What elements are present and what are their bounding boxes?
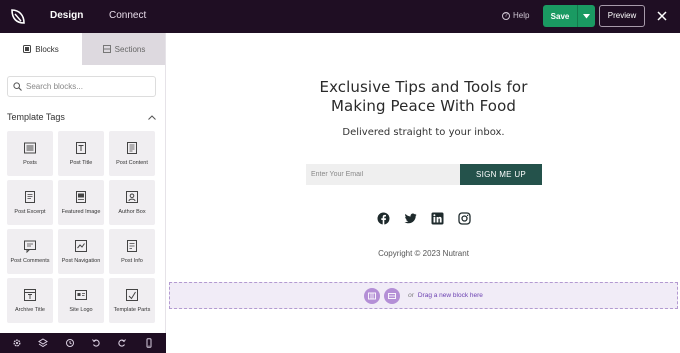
tab-sections-label: Sections bbox=[114, 44, 146, 54]
block-posts[interactable]: Posts bbox=[7, 131, 53, 176]
section-icon bbox=[388, 292, 397, 299]
block-label: Post Info bbox=[121, 258, 143, 264]
top-bar: Design Connect ? Help Save Preview bbox=[0, 0, 680, 33]
site-logo-icon bbox=[75, 290, 87, 300]
save-button[interactable]: Save bbox=[543, 5, 595, 27]
help-link[interactable]: ? Help bbox=[502, 11, 529, 20]
block-site-logo[interactable]: Site Logo bbox=[58, 278, 104, 323]
history-icon[interactable] bbox=[65, 338, 75, 348]
help-label: Help bbox=[513, 11, 530, 20]
tab-sections[interactable]: Sections bbox=[82, 33, 165, 65]
post-title-icon bbox=[76, 142, 86, 154]
page-canvas: Exclusive Tips and Tools for Making Peac… bbox=[167, 33, 680, 353]
block-label: Post Comments bbox=[10, 258, 50, 264]
seedprod-logo-icon[interactable] bbox=[8, 7, 28, 27]
block-label: Template Parts bbox=[113, 307, 151, 313]
block-label: Post Content bbox=[116, 160, 148, 166]
post-info-icon bbox=[127, 240, 137, 252]
settings-gear-icon[interactable] bbox=[12, 338, 22, 348]
featured-image-icon bbox=[76, 191, 86, 203]
copyright-text[interactable]: Copyright © 2023 Nutrant bbox=[167, 249, 680, 258]
block-template-parts[interactable]: Template Parts bbox=[109, 278, 155, 323]
group-title: Template Tags bbox=[7, 112, 65, 122]
sidebar: Blocks Sections Template Tags Posts Post… bbox=[0, 33, 166, 333]
sign-up-button[interactable]: SIGN ME UP bbox=[460, 164, 542, 185]
template-parts-icon bbox=[126, 289, 138, 301]
save-label: Save bbox=[550, 11, 570, 21]
search-icon bbox=[13, 82, 22, 91]
facebook-icon[interactable] bbox=[377, 212, 390, 225]
block-post-comments[interactable]: Post Comments bbox=[7, 229, 53, 274]
bottom-toolbar bbox=[0, 333, 166, 353]
twitter-icon[interactable] bbox=[404, 212, 417, 225]
tab-blocks[interactable]: Blocks bbox=[0, 33, 82, 65]
sections-icon bbox=[102, 45, 111, 53]
social-icons bbox=[377, 212, 471, 225]
post-content-icon bbox=[127, 142, 137, 154]
block-search[interactable] bbox=[7, 76, 156, 97]
help-icon: ? bbox=[502, 11, 510, 20]
block-post-navigation[interactable]: Post Navigation bbox=[58, 229, 104, 274]
post-comments-icon bbox=[24, 240, 36, 253]
add-section-button[interactable] bbox=[384, 287, 401, 304]
block-label: Featured Image bbox=[61, 209, 101, 215]
chevron-up-icon bbox=[148, 114, 156, 120]
block-post-content[interactable]: Post Content bbox=[109, 131, 155, 176]
block-post-info[interactable]: Post Info bbox=[109, 229, 155, 274]
block-grid: Posts Post Title Post Content Post Excer… bbox=[7, 131, 157, 323]
post-navigation-icon bbox=[75, 240, 87, 252]
block-label: Author Box bbox=[118, 209, 146, 215]
archive-title-icon bbox=[24, 289, 36, 301]
blocks-icon bbox=[23, 45, 32, 53]
post-excerpt-icon bbox=[25, 191, 35, 203]
drop-zone-or: or bbox=[408, 292, 414, 299]
block-author-box[interactable]: Author Box bbox=[109, 180, 155, 225]
columns-icon bbox=[368, 292, 377, 299]
block-archive-title[interactable]: Archive Title bbox=[7, 278, 53, 323]
tab-blocks-label: Blocks bbox=[35, 44, 59, 54]
email-field[interactable] bbox=[306, 164, 460, 185]
block-label: Site Logo bbox=[69, 307, 93, 313]
save-options-dropdown[interactable] bbox=[578, 13, 595, 19]
caret-down-icon bbox=[583, 13, 590, 18]
close-icon[interactable] bbox=[655, 9, 669, 23]
tab-connect[interactable]: Connect bbox=[109, 10, 146, 21]
block-post-excerpt[interactable]: Post Excerpt bbox=[7, 180, 53, 225]
layers-icon[interactable] bbox=[38, 338, 49, 348]
search-input[interactable] bbox=[26, 82, 146, 91]
linkedin-icon[interactable] bbox=[431, 212, 444, 225]
add-columns-button[interactable] bbox=[364, 287, 381, 304]
block-label: Posts bbox=[23, 160, 37, 166]
instagram-icon[interactable] bbox=[458, 212, 471, 225]
author-box-icon bbox=[126, 191, 138, 203]
undo-icon[interactable] bbox=[91, 338, 101, 348]
block-label: Post Excerpt bbox=[14, 209, 46, 215]
block-label: Post Navigation bbox=[61, 258, 101, 264]
block-featured-image[interactable]: Featured Image bbox=[58, 180, 104, 225]
tab-design[interactable]: Design bbox=[50, 10, 83, 21]
drop-zone-label: Drag a new block here bbox=[417, 292, 483, 299]
block-post-title[interactable]: Post Title bbox=[58, 131, 104, 176]
headline-line-1: Exclusive Tips and Tools for bbox=[319, 78, 528, 96]
sidebar-tabs: Blocks Sections bbox=[0, 33, 165, 65]
page-headline[interactable]: Exclusive Tips and Tools for Making Peac… bbox=[167, 78, 680, 116]
template-tags-header[interactable]: Template Tags bbox=[7, 110, 156, 124]
block-label: Archive Title bbox=[15, 307, 45, 313]
block-label: Post Title bbox=[69, 160, 93, 166]
block-drop-zone[interactable]: or Drag a new block here bbox=[169, 282, 678, 309]
posts-icon bbox=[24, 142, 36, 154]
preview-button[interactable]: Preview bbox=[599, 5, 645, 27]
mobile-preview-icon[interactable] bbox=[144, 338, 154, 348]
redo-icon[interactable] bbox=[117, 338, 127, 348]
headline-line-2: Making Peace With Food bbox=[331, 97, 516, 115]
page-subheadline[interactable]: Delivered straight to your inbox. bbox=[167, 127, 680, 138]
